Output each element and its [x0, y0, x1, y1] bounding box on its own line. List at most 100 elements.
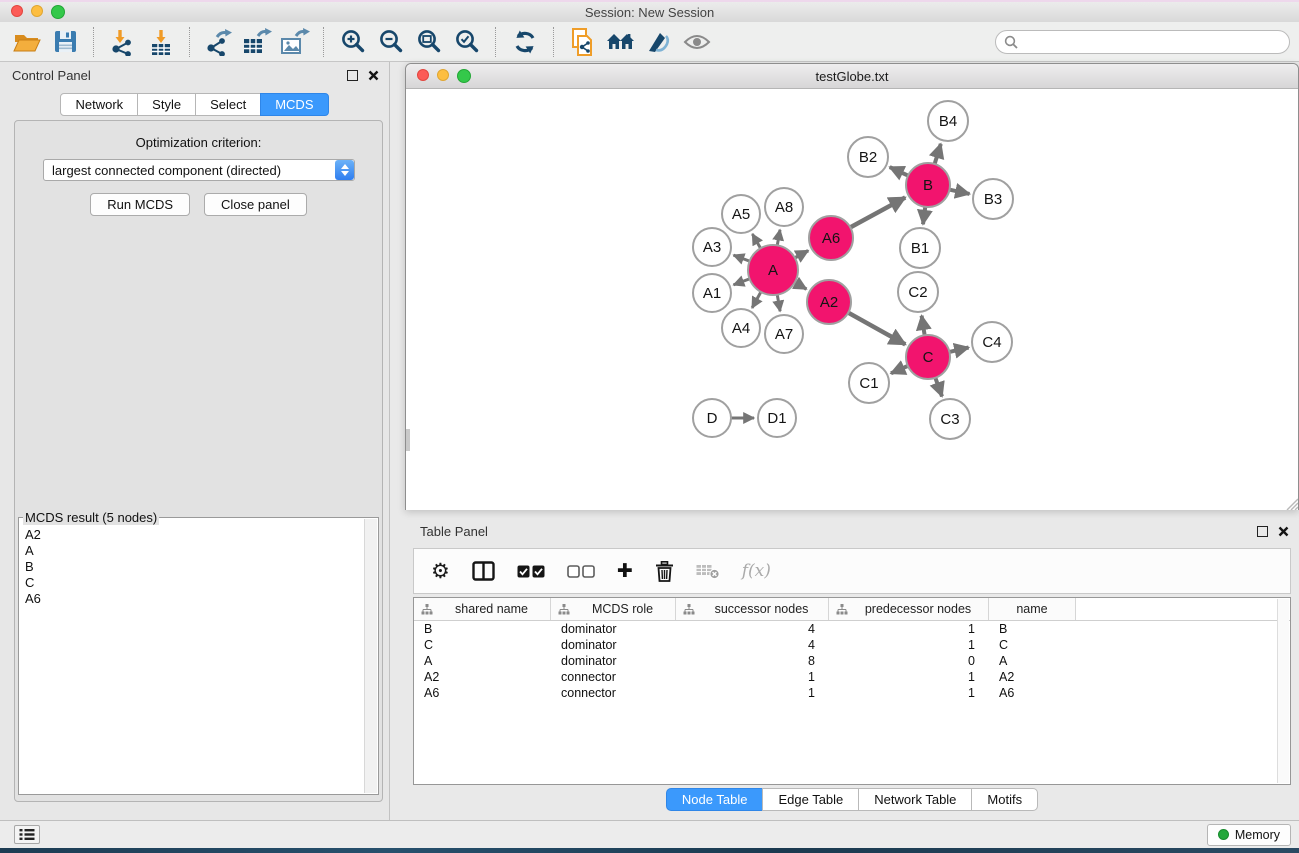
table-row[interactable]: Adominator80A [414, 653, 1290, 669]
graph-node-B3[interactable]: B3 [973, 179, 1013, 219]
network-graph[interactable]: B4 B2 B B3 B1 A5A8A6 A3 A A1 A2 C2 A4A7 C C4 C1 C3 D D1 [406, 89, 1298, 510]
run-mcds-button[interactable]: Run MCDS [90, 193, 190, 216]
resize-grip-icon[interactable] [1283, 495, 1298, 510]
float-panel-icon[interactable] [347, 70, 358, 81]
graph-edge-A-A1[interactable] [734, 279, 751, 285]
split-view-button[interactable] [472, 556, 495, 586]
column-header-successor-nodes[interactable]: successor nodes [676, 598, 829, 620]
mcds-result-scrollbar[interactable] [364, 519, 377, 793]
delete-table-button[interactable] [696, 556, 720, 586]
tab-edge-table[interactable]: Edge Table [762, 788, 859, 811]
mcds-result-item[interactable]: A6 [20, 591, 365, 607]
table-scrollbar[interactable] [1277, 599, 1289, 783]
graph-node-A3[interactable]: A3 [693, 228, 731, 266]
graph-edge-B-B2[interactable] [890, 167, 909, 176]
function-builder-button[interactable]: f(x) [742, 556, 771, 586]
graph-node-B[interactable]: B [906, 163, 950, 207]
first-neighbors-button[interactable] [602, 25, 640, 59]
column-header-shared-name[interactable]: shared name [414, 598, 551, 620]
graph-node-C[interactable]: C [906, 335, 950, 379]
graph-node-D[interactable]: D [693, 399, 731, 437]
graph-edge-A-A5[interactable] [752, 234, 761, 249]
graph-node-A6[interactable]: A6 [809, 216, 853, 260]
column-header-name[interactable]: name [989, 598, 1076, 620]
table-row[interactable]: Bdominator41B [414, 621, 1290, 637]
criterion-dropdown[interactable]: largest connected component (directed) [43, 159, 355, 181]
graph-node-A2[interactable]: A2 [807, 280, 851, 324]
tab-node-table[interactable]: Node Table [666, 788, 764, 811]
network-canvas[interactable]: B4 B2 B B3 B1 A5A8A6 A3 A A1 A2 C2 A4A7 C C4 C1 C3 D D1 [406, 89, 1298, 510]
table-row[interactable]: A6connector11A6 [414, 685, 1290, 701]
close-panel-icon[interactable] [367, 69, 379, 81]
tab-style[interactable]: Style [137, 93, 196, 116]
column-header-predecessor-nodes[interactable]: predecessor nodes [829, 598, 989, 620]
export-image-button[interactable] [276, 25, 314, 59]
zoom-out-button[interactable] [372, 25, 410, 59]
float-table-panel-icon[interactable] [1257, 526, 1268, 537]
graph-edge-A2-C[interactable] [847, 312, 905, 344]
task-history-button[interactable] [14, 825, 40, 844]
deselect-all-button[interactable] [567, 556, 595, 586]
graph-node-A[interactable]: A [748, 245, 798, 295]
memory-button[interactable]: Memory [1207, 824, 1291, 846]
export-table-button[interactable] [238, 25, 276, 59]
graph-node-A1[interactable]: A1 [693, 274, 731, 312]
graph-edge-B-B4[interactable] [934, 144, 941, 165]
graph-edge-C-C3[interactable] [935, 377, 942, 397]
tab-motifs[interactable]: Motifs [971, 788, 1038, 811]
duplicate-network-button[interactable] [564, 25, 602, 59]
graph-edge-A-A6[interactable] [794, 251, 808, 259]
network-window-titlebar[interactable]: testGlobe.txt [406, 64, 1298, 89]
graph-node-D1[interactable]: D1 [758, 399, 796, 437]
refresh-button[interactable] [506, 25, 544, 59]
zoom-fit-button[interactable] [410, 25, 448, 59]
graph-node-A7[interactable]: A7 [765, 315, 803, 353]
graph-node-C4[interactable]: C4 [972, 322, 1012, 362]
tab-network[interactable]: Network [60, 93, 138, 116]
table-row[interactable]: A2connector11A2 [414, 669, 1290, 685]
graph-node-B1[interactable]: B1 [900, 228, 940, 268]
show-hide-button[interactable] [678, 25, 716, 59]
graph-node-C3[interactable]: C3 [930, 399, 970, 439]
close-table-panel-icon[interactable] [1277, 525, 1289, 537]
mcds-result-item[interactable]: B [20, 559, 365, 575]
tab-network-table[interactable]: Network Table [858, 788, 972, 811]
export-network-button[interactable] [200, 25, 238, 59]
graph-edge-B-B3[interactable] [949, 189, 970, 194]
tab-mcds[interactable]: MCDS [260, 93, 328, 116]
mcds-result-item[interactable]: C [20, 575, 365, 591]
save-session-button[interactable] [46, 25, 84, 59]
select-all-button[interactable] [517, 556, 545, 586]
graph-edge-A-A7[interactable] [777, 294, 780, 312]
import-table-button[interactable] [142, 25, 180, 59]
graph-node-A5[interactable]: A5 [722, 195, 760, 233]
graph-edge-A-A2[interactable] [794, 282, 807, 289]
close-panel-button[interactable]: Close panel [204, 193, 307, 216]
graph-node-A8[interactable]: A8 [765, 188, 803, 226]
import-network-button[interactable] [104, 25, 142, 59]
graph-node-C2[interactable]: C2 [898, 272, 938, 312]
open-session-button[interactable] [8, 25, 46, 59]
mcds-result-item[interactable]: A [20, 543, 365, 559]
delete-columns-button[interactable] [655, 556, 674, 586]
search-field[interactable] [995, 30, 1290, 54]
graph-edge-A-A4[interactable] [752, 291, 761, 308]
graph-edge-C-C1[interactable] [891, 366, 909, 374]
graph-edge-A-A3[interactable] [734, 255, 751, 261]
table-row[interactable]: Cdominator41C [414, 637, 1290, 653]
graph-edge-B-B1[interactable] [923, 206, 925, 224]
graph-edge-A6-B[interactable] [849, 198, 905, 228]
zoom-selected-button[interactable] [448, 25, 486, 59]
search-input[interactable] [1023, 32, 1289, 52]
graph-node-B2[interactable]: B2 [848, 137, 888, 177]
graph-edge-C-C4[interactable] [948, 348, 968, 353]
tab-select[interactable]: Select [195, 93, 261, 116]
graph-edge-C-C2[interactable] [922, 316, 925, 337]
zoom-in-button[interactable] [334, 25, 372, 59]
graph-node-A4[interactable]: A4 [722, 309, 760, 347]
graph-node-B4[interactable]: B4 [928, 101, 968, 141]
graph-node-C1[interactable]: C1 [849, 363, 889, 403]
mcds-result-item[interactable]: A2 [20, 527, 365, 543]
create-column-button[interactable]: ✚ [617, 556, 633, 586]
graphics-details-button[interactable] [640, 25, 678, 59]
